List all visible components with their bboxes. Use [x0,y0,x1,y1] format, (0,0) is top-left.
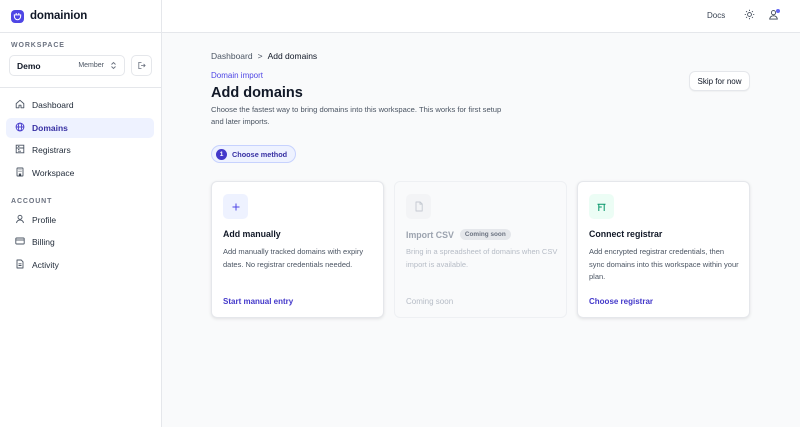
skip-for-now-button[interactable]: Skip for now [689,71,750,91]
exit-icon [137,57,146,75]
sun-icon [744,7,755,25]
coming-soon-label: Coming soon [406,297,454,306]
sidebar-item-label: Registrars [32,145,71,155]
card-title: Import CSV Coming soon [406,229,511,240]
sidebar-item-workspace[interactable]: Workspace [6,163,154,183]
workspace-role: Member [78,62,104,69]
theme-toggle-button[interactable] [742,9,756,23]
breadcrumb-separator: > [257,51,263,61]
file-icon [406,194,431,219]
connect-registrar-card[interactable]: Connect registrar Add encrypted registra… [577,181,750,318]
sidebar-item-label: Profile [32,215,57,225]
coming-soon-badge: Coming soon [459,229,511,240]
brand[interactable]: domainion [0,0,161,33]
domainion-logo-icon [11,9,24,23]
chevron-up-down-icon [110,57,117,75]
sidebar-item-billing[interactable]: Billing [6,232,154,252]
card-title-text: Import CSV [406,229,454,240]
globe-icon [15,122,25,134]
card-title-text: Add manually [223,229,281,239]
sidebar-item-activity[interactable]: Activity [6,255,154,275]
breadcrumb: Dashboard > Add domains [211,51,317,61]
server-icon [15,144,25,156]
card-title: Connect registrar [589,229,662,239]
breadcrumb-current: Add domains [267,51,318,61]
page-description: Choose the fastest way to bring domains … [211,105,502,126]
page-title: Add domains [211,85,303,101]
sidebar: domainion WORKSPACE Demo Member Dashboar… [0,0,162,427]
card-description: Add encrypted registrar credentials, the… [589,247,739,281]
home-icon [15,99,25,111]
registrar-icon [589,194,614,219]
card-title: Add manually [223,229,281,239]
sidebar-item-label: Domains [32,123,68,133]
workspace-select[interactable]: Demo Member [9,55,125,76]
choose-registrar-link[interactable]: Choose registrar [589,297,653,306]
page-eyebrow: Domain import [211,71,264,80]
step-label: Choose method [232,149,288,159]
sidebar-divider [0,87,161,88]
sidebar-item-label: Activity [32,260,59,270]
sidebar-item-profile[interactable]: Profile [6,210,154,230]
workspace-name: Demo [17,60,41,71]
building-icon [15,167,25,179]
import-csv-card: Import CSV Coming soon Bring in a spread… [394,181,567,318]
card-title-text: Connect registrar [589,229,663,239]
sidebar-item-dashboard[interactable]: Dashboard [6,95,154,115]
sidebar-item-label: Dashboard [32,100,74,110]
sidebar-item-label: Workspace [32,168,75,178]
brand-name: domainion [30,10,88,22]
user-icon [15,214,25,226]
card-description: Bring in a spreadsheet of domains when C… [406,247,558,269]
workspace-exit-button[interactable] [131,55,152,76]
step-number: 1 [216,148,227,160]
breadcrumb-dashboard[interactable]: Dashboard [211,51,253,61]
add-manually-card[interactable]: Add manually Add manually tracked domain… [211,181,384,318]
start-manual-entry-link[interactable]: Start manual entry [223,297,293,306]
sidebar-item-label: Billing [32,237,55,247]
workspace-section-label: WORKSPACE [11,42,65,49]
document-icon [15,259,25,271]
account-section-label: ACCOUNT [11,198,53,205]
plus-icon [223,194,248,219]
card-description: Add manually tracked domains with expiry… [223,247,364,269]
top-bar: Docs [162,0,800,33]
step-indicator: 1 Choose method [211,145,297,163]
notification-dot [776,9,780,13]
credit-card-icon [15,236,25,248]
user-menu-button[interactable] [766,9,780,23]
sidebar-item-domains[interactable]: Domains [6,118,154,138]
docs-link[interactable]: Docs [707,11,725,20]
sidebar-item-registrars[interactable]: Registrars [6,140,154,160]
